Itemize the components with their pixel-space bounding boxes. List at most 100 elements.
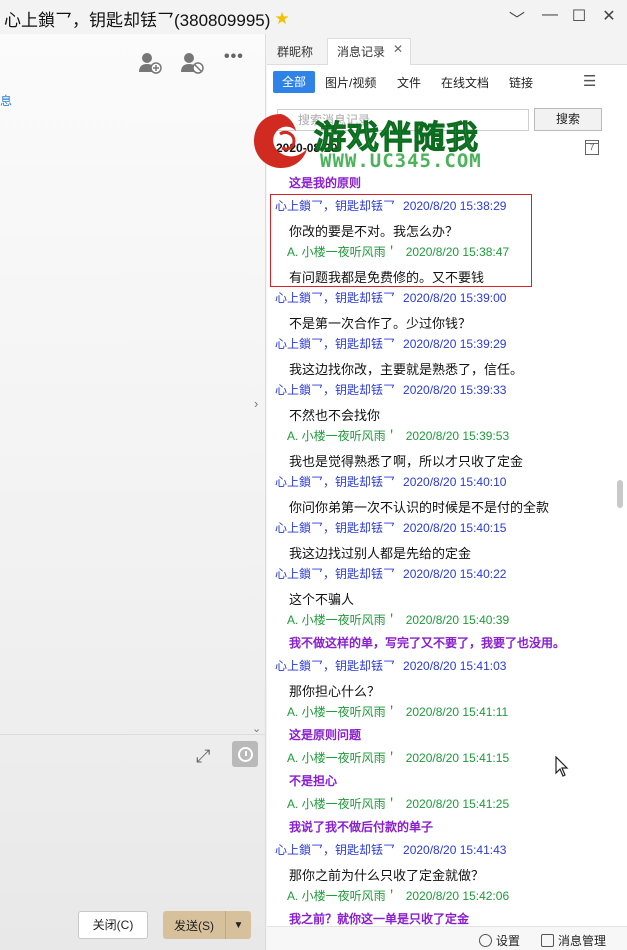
bottom-bar: 设置 消息管理 xyxy=(267,926,627,950)
send-options-icon[interactable]: ▼ xyxy=(226,920,251,931)
message-time: 2020/8/20 15:40:10 xyxy=(403,475,507,489)
calendar-icon[interactable]: 7 xyxy=(585,140,599,155)
chevron-right-icon[interactable]: › xyxy=(254,396,258,411)
close-button[interactable]: 关闭(C) xyxy=(78,911,148,939)
filter-files[interactable]: 文件 xyxy=(397,74,421,91)
message-header: 心上鎖乛，钥匙却铥乛 2020/8/20 15:41:03 xyxy=(275,657,506,674)
sender-name[interactable]: A. 小楼一夜听风雨＇ xyxy=(287,887,398,904)
filter-links[interactable]: 链接 xyxy=(509,74,533,91)
sender-name[interactable]: 心上鎖乛，钥匙却铥乛 xyxy=(275,473,395,490)
message-time: 2020/8/20 15:39:33 xyxy=(403,383,507,397)
message-text: 不是担心 xyxy=(289,774,338,788)
message-time: 2020/8/20 15:41:03 xyxy=(403,659,507,673)
message-manager-label: 消息管理 xyxy=(558,934,607,948)
settings-button[interactable]: 设置 xyxy=(479,932,520,949)
message-text: 那你担心什么？ xyxy=(289,684,381,699)
chat-panel: ••• 息 › ⌄ ⤢ 关闭(C) 发送(S) ▼ xyxy=(0,34,266,950)
message-time: 2020/8/20 15:39:00 xyxy=(403,291,507,305)
message-text: 我也是觉得熟悉了啊，所以才只收了定金 xyxy=(289,454,524,469)
search-button[interactable]: 搜索 xyxy=(534,108,602,131)
message-time: 2020/8/20 15:40:15 xyxy=(403,521,507,535)
window-title: 心上鎖乛，钥匙却铥乛(380809995) ★ xyxy=(4,6,290,31)
message-text: 这是原则问题 xyxy=(289,728,362,742)
scrollbar[interactable] xyxy=(617,480,623,508)
send-button-label[interactable]: 发送(S) xyxy=(163,917,225,934)
more-icon[interactable]: ••• xyxy=(224,48,244,66)
expand-icon[interactable]: ⤢ xyxy=(196,746,210,767)
message-header: A. 小楼一夜听风雨＇ 2020/8/20 15:39:53 xyxy=(287,427,509,444)
message-manager-icon xyxy=(541,934,554,947)
sender-name[interactable]: 心上鎖乛，钥匙却铥乛 xyxy=(275,381,395,398)
history-button[interactable] xyxy=(232,741,258,767)
tab-group-nickname[interactable]: 群昵称 xyxy=(277,43,313,60)
message-text: 不是第一次合作了。少过你钱？ xyxy=(289,316,472,331)
sender-name[interactable]: 心上鎖乛，钥匙却铥乛 xyxy=(275,841,395,858)
message-time: 2020/8/20 15:41:11 xyxy=(405,705,509,719)
filter-docs[interactable]: 在线文档 xyxy=(441,74,489,91)
message-text: 那你之前为什么只收了定金就做？ xyxy=(289,868,485,883)
message-time: 2020/8/20 15:41:25 xyxy=(405,797,510,811)
sender-name[interactable]: 心上鎖乛，钥匙却铥乛 xyxy=(275,335,395,352)
message-text: 我说了我不做后付款的单子 xyxy=(289,820,434,834)
add-member-icon[interactable] xyxy=(138,52,162,79)
highlight-box xyxy=(270,194,532,287)
message-time: 2020/8/20 15:42:06 xyxy=(405,889,510,903)
title-bar: 心上鎖乛，钥匙却铥乛(380809995) ★ ﹀ — ☐ ✕ xyxy=(0,0,627,34)
message-text: 我不做这样的单，写完了又不要了，我要了也没用。 xyxy=(289,636,566,650)
window-title-text: 心上鎖乛，钥匙却铥乛(380809995) xyxy=(4,11,271,30)
mouse-cursor-icon xyxy=(555,755,569,784)
message-time: 2020/8/20 15:41:15 xyxy=(405,751,510,765)
sender-name[interactable]: 心上鎖乛，钥匙却铥乛 xyxy=(275,519,395,536)
message-header: 心上鎖乛，钥匙却铥乛 2020/8/20 15:39:00 xyxy=(275,289,506,306)
message-time: 2020/8/20 15:39:29 xyxy=(403,337,507,351)
message-header: 心上鎖乛，钥匙却铥乛 2020/8/20 15:39:33 xyxy=(275,381,506,398)
message-text: 这个不骗人 xyxy=(289,592,355,607)
filter-settings-icon[interactable]: ☰ xyxy=(583,72,596,90)
message-text: 你问你弟第一次不认识的时候是不是付的全款 xyxy=(289,500,550,515)
input-divider xyxy=(0,734,266,735)
sender-name[interactable]: A. 小楼一夜听风雨＇ xyxy=(287,427,398,444)
date-header: 2020-08-20 xyxy=(276,141,338,155)
message-time: 2020/8/20 15:40:22 xyxy=(403,567,507,581)
tab-bar: 群昵称 消息记录 ✕ xyxy=(267,34,627,65)
message-manager-button[interactable]: 消息管理 xyxy=(541,932,606,949)
message-header: 心上鎖乛，钥匙却铥乛 2020/8/20 15:40:10 xyxy=(275,473,506,490)
filter-all[interactable]: 全部 xyxy=(273,71,315,93)
message-header: 心上鎖乛，钥匙却铥乛 2020/8/20 15:39:29 xyxy=(275,335,506,352)
chevron-down-icon[interactable]: ﹀ xyxy=(507,6,527,30)
settings-label: 设置 xyxy=(496,934,521,948)
minimize-button[interactable]: — xyxy=(540,6,560,24)
message-header: 心上鎖乛，钥匙却铥乛 2020/8/20 15:40:22 xyxy=(275,565,506,582)
chat-snippet: 息 xyxy=(0,94,13,108)
sender-name[interactable]: 心上鎖乛，钥匙却铥乛 xyxy=(275,289,395,306)
sender-name[interactable]: 心上鎖乛，钥匙却铥乛 xyxy=(275,565,395,582)
message-header: A. 小楼一夜听风雨＇ 2020/8/20 15:42:06 xyxy=(287,887,509,904)
maximize-button[interactable]: ☐ xyxy=(569,6,589,26)
filter-bar: 全部 图片/视频 文件 在线文档 链接 ☰ xyxy=(267,66,627,96)
sender-name[interactable]: A. 小楼一夜听风雨＇ xyxy=(287,749,398,766)
clock-icon xyxy=(237,746,253,762)
search-input[interactable]: 搜索消息记录 xyxy=(277,109,529,131)
block-member-icon[interactable] xyxy=(180,52,204,79)
close-window-button[interactable]: ✕ xyxy=(599,6,619,26)
sender-name[interactable]: A. 小楼一夜听风雨＇ xyxy=(287,795,398,812)
message-text: 我这边找过别人都是先给的定金 xyxy=(289,546,472,561)
message-time: 2020/8/20 15:40:39 xyxy=(405,613,510,627)
star-icon[interactable]: ★ xyxy=(274,9,289,29)
filter-media[interactable]: 图片/视频 xyxy=(325,74,376,91)
sender-name[interactable]: 心上鎖乛，钥匙却铥乛 xyxy=(275,657,395,674)
history-panel: 群昵称 消息记录 ✕ 全部 图片/视频 文件 在线文档 链接 ☰ 搜索消息记录 … xyxy=(267,34,627,950)
sender-name[interactable]: A. 小楼一夜听风雨＇ xyxy=(287,703,398,720)
tab-close-icon[interactable]: ✕ xyxy=(393,42,403,56)
message-time: 2020/8/20 15:41:43 xyxy=(403,843,507,857)
settings-icon xyxy=(479,934,492,947)
message-header: A. 小楼一夜听风雨＇ 2020/8/20 15:41:11 xyxy=(287,703,508,720)
message-text: 不然也不会找你 xyxy=(289,408,381,423)
sender-name[interactable]: A. 小楼一夜听风雨＇ xyxy=(287,611,398,628)
tab-message-history-label[interactable]: 消息记录 xyxy=(337,43,385,60)
message-header: A. 小楼一夜听风雨＇ 2020/8/20 15:41:25 xyxy=(287,795,509,812)
message-text: 我之前？就你这一单是只收了定金 xyxy=(289,912,470,926)
send-button[interactable]: 发送(S) ▼ xyxy=(163,911,251,939)
message-header: A. 小楼一夜听风雨＇ 2020/8/20 15:41:15 xyxy=(287,749,509,766)
message-header: A. 小楼一夜听风雨＇ 2020/8/20 15:40:39 xyxy=(287,611,509,628)
